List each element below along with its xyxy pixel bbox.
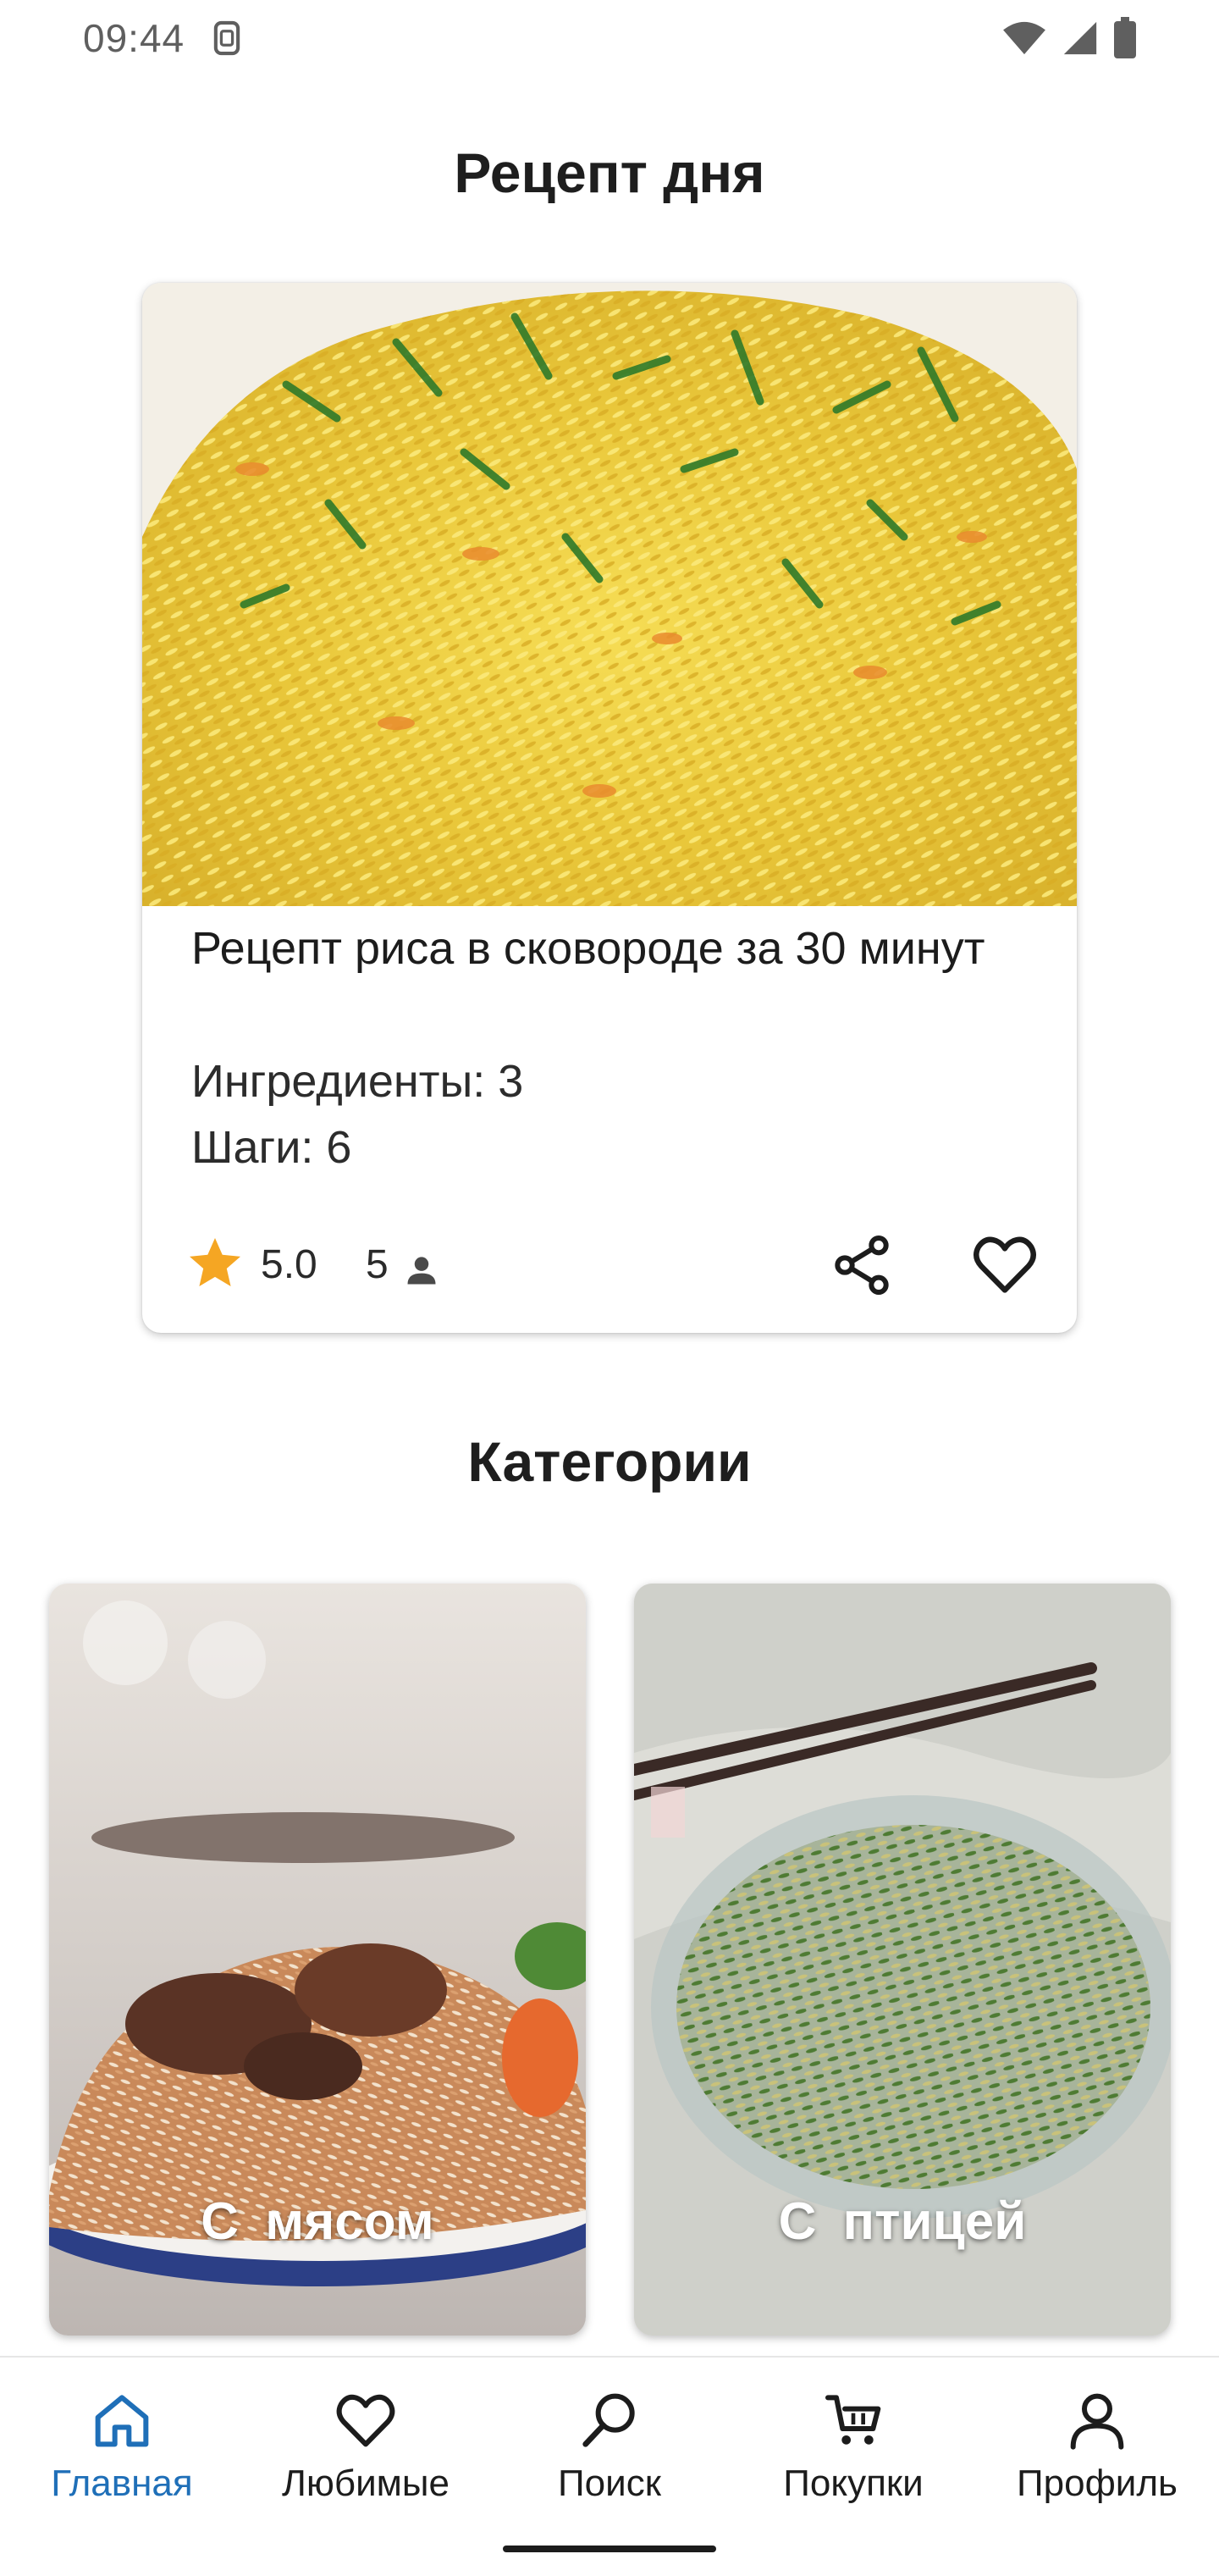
- nav-item-favorites[interactable]: Любимые: [244, 2386, 488, 2513]
- home-indicator[interactable]: [503, 2546, 716, 2552]
- rating-value: 5.0: [261, 1242, 317, 1287]
- recipe-steps: Шаги: 6: [191, 1122, 352, 1173]
- fried-rice-photo: [142, 283, 1077, 906]
- star-icon: [190, 1238, 240, 1286]
- nav-label-search: Поиск: [558, 2463, 661, 2504]
- reviews-count: 5: [366, 1242, 389, 1287]
- share-icon[interactable]: [828, 1231, 896, 1299]
- nav-item-shopping[interactable]: Покупки: [731, 2386, 975, 2513]
- recipe-title[interactable]: Рецепт риса в сковороде за 30 минут: [191, 916, 1038, 981]
- heart-icon: [336, 2394, 395, 2447]
- person-icon: [407, 1257, 436, 1285]
- nav-item-home[interactable]: Главная: [0, 2386, 244, 2513]
- nav-label-home: Главная: [51, 2463, 193, 2504]
- recipe-of-day-title: Рецепт дня: [454, 141, 765, 204]
- status-icons: [1001, 17, 1138, 59]
- status-time: 09:44: [83, 16, 185, 60]
- recipe-ingredients: Ингредиенты: 3: [191, 1056, 524, 1107]
- nav-label-profile: Профиль: [1017, 2463, 1178, 2504]
- search-icon: [582, 2393, 635, 2447]
- home-icon: [95, 2395, 149, 2447]
- sim-icon: [213, 20, 240, 56]
- nav-item-search[interactable]: Поиск: [488, 2386, 731, 2513]
- status-bar: 09:44: [0, 0, 1219, 75]
- battery-icon: [1114, 17, 1136, 58]
- category-card-poultry[interactable]: С птицей: [634, 1584, 1171, 2336]
- heart-icon[interactable]: [968, 1228, 1041, 1301]
- categories-title: Категории: [467, 1430, 752, 1493]
- nav-item-profile[interactable]: Профиль: [975, 2386, 1219, 2513]
- bottom-nav: Главная Любимые Поиск Покупки Профиль: [0, 2356, 1219, 2576]
- nav-label-shopping: Покупки: [783, 2463, 924, 2504]
- wifi-icon: [1003, 21, 1045, 55]
- category-label-meat: С мясом: [201, 2192, 434, 2251]
- profile-icon: [1070, 2393, 1124, 2450]
- signal-icon: [1063, 21, 1097, 55]
- category-card-meat[interactable]: С мясом: [49, 1584, 586, 2336]
- cart-icon: [825, 2395, 881, 2445]
- recipe-card[interactable]: Рецепт риса в сковороде за 30 минут Ингр…: [142, 283, 1077, 1333]
- category-label-poultry: С птицей: [778, 2192, 1027, 2251]
- nav-label-favorites: Любимые: [282, 2463, 450, 2504]
